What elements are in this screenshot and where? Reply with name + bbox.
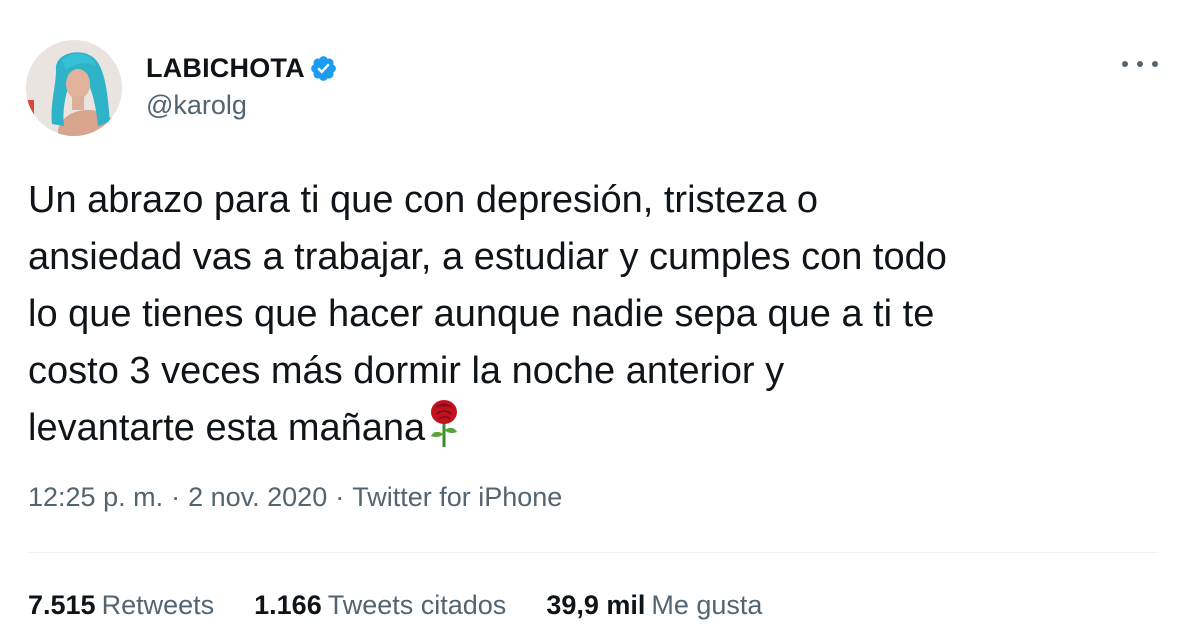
tweet-card: LABICHOTA @karolg Un abrazo para ti que … [0, 0, 1194, 640]
quote-tweets-label: Tweets citados [327, 590, 507, 620]
likes-stat[interactable]: 39,9 mil Me gusta [546, 590, 762, 621]
tweet-time[interactable]: 12:25 p. m. [28, 482, 163, 512]
meta-separator: · [335, 482, 345, 512]
tweet-source[interactable]: Twitter for iPhone [352, 482, 562, 512]
verified-badge-icon [309, 54, 338, 83]
author-handle[interactable]: @karolg [146, 90, 247, 121]
likes-count: 39,9 mil [546, 590, 646, 620]
retweets-count: 7.515 [28, 590, 96, 620]
more-options-icon[interactable] [1120, 52, 1160, 76]
more-dot [1137, 61, 1143, 67]
tweet-text: Un abrazo para ti que con depresión, tri… [28, 172, 1168, 457]
avatar-photo [26, 40, 122, 136]
retweets-stat[interactable]: 7.515 Retweets [28, 590, 214, 621]
more-dot [1122, 61, 1128, 67]
tweet-text-line: levantarte esta mañana [28, 407, 426, 449]
quote-tweets-count: 1.166 [254, 590, 322, 620]
quote-tweets-stat[interactable]: 1.166 Tweets citados [254, 590, 506, 621]
tweet-text-line: ansiedad vas a trabajar, a estudiar y cu… [28, 236, 947, 278]
tweet-meta: 12:25 p. m. · 2 nov. 2020 · Twitter for iPho… [28, 482, 562, 513]
tweet-text-last-line: levantarte esta mañana [28, 400, 1168, 457]
tweet-text-line: lo que tienes que hacer aunque nadie sep… [28, 293, 935, 335]
rose-icon [427, 400, 461, 448]
tweet-date[interactable]: 2 nov. 2020 [188, 482, 327, 512]
author-name-row[interactable]: LABICHOTA [146, 50, 338, 86]
avatar[interactable] [26, 40, 122, 136]
meta-separator: · [171, 482, 181, 512]
author-display-name[interactable]: LABICHOTA [146, 53, 305, 84]
tweet-text-line: Un abrazo para ti que con depresión, tri… [28, 179, 819, 221]
retweets-label: Retweets [101, 590, 215, 620]
tweet-stats: 7.515 Retweets 1.166 Tweets citados 39,9 m… [28, 590, 802, 621]
more-dot [1152, 61, 1158, 67]
divider [28, 552, 1158, 553]
likes-label: Me gusta [651, 590, 763, 620]
tweet-text-line: costo 3 veces más dormir la noche anteri… [28, 350, 785, 392]
